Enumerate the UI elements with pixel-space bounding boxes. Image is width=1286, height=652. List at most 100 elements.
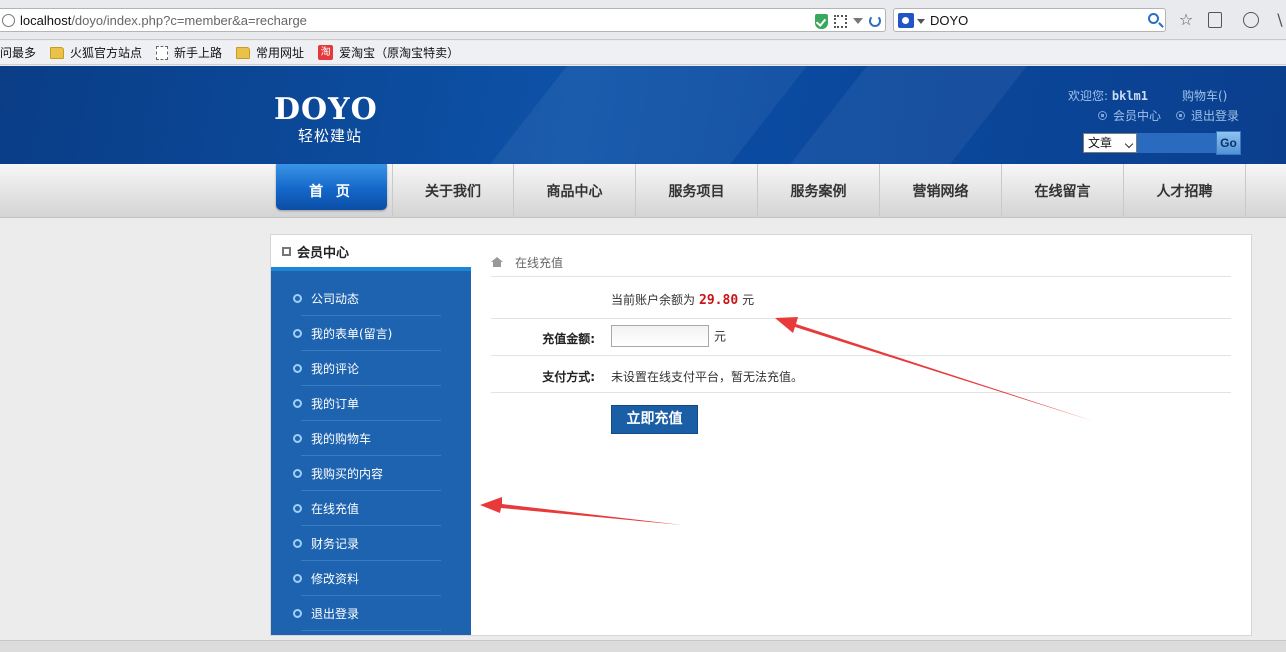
circle-bullet-icon — [293, 469, 302, 478]
member-center-label: 会员中心 — [1113, 109, 1162, 123]
search-engine-dropdown-icon[interactable] — [917, 19, 925, 24]
cart-link[interactable]: 购物车() — [1182, 87, 1227, 104]
bookmarks-bar: 问最多 火狐官方站点 新手上路 常用网址 淘爱淘宝（原淘宝特卖） — [0, 41, 1286, 65]
nav-about[interactable]: 关于我们 — [392, 164, 514, 218]
member-panel: 会员中心 公司动态 我的表单(留言) 我的评论 我的订单 我的购物车 我购买的内… — [270, 234, 1252, 636]
search-icon[interactable] — [1148, 13, 1159, 24]
nav-guestbook[interactable]: 在线留言 — [1002, 164, 1124, 218]
sidebar-item-my-orders[interactable]: 我的订单 — [271, 386, 471, 421]
qr-code-icon[interactable] — [834, 14, 847, 28]
nav-services[interactable]: 服务项目 — [636, 164, 758, 218]
amount-label: 充值金额: — [542, 332, 595, 346]
url-path: /doyo/index.php?c=member&a=recharge — [71, 13, 307, 28]
shield-icon[interactable] — [815, 13, 828, 29]
bookmark-star-icon[interactable]: ☆ — [1178, 12, 1194, 28]
header-decoration — [441, 66, 839, 164]
home-icon[interactable] — [491, 257, 503, 268]
bookmark-label: 新手上路 — [174, 46, 223, 60]
menu-icon[interactable]: \ — [1272, 12, 1286, 28]
sidebar-item-label: 财务记录 — [311, 537, 360, 551]
page-icon — [156, 45, 169, 60]
globe-icon — [2, 14, 15, 27]
payment-row: 支付方式: 未设置在线支付平台，暂无法充值。 — [491, 356, 1231, 393]
payment-label: 支付方式: — [542, 370, 595, 384]
bookmark-firefox-site[interactable]: 火狐官方站点 — [44, 44, 142, 61]
site-logo[interactable]: DOYO — [274, 92, 378, 127]
amount-row: 充值金额: 元 — [491, 319, 1231, 356]
sidebar-item-label: 我购买的内容 — [311, 467, 384, 481]
site-logo-tagline: 轻松建站 — [298, 127, 363, 145]
balance-unit: 元 — [742, 293, 755, 307]
circle-bullet-icon — [293, 609, 302, 618]
balance-text: 当前账户余额为 29.80 元 — [611, 291, 754, 308]
sidebar-item-label: 我的表单(留言) — [311, 327, 393, 341]
sidebar-item-label: 我的评论 — [311, 362, 360, 376]
search-engine-icon[interactable] — [898, 13, 914, 28]
dropdown-arrow-icon[interactable] — [853, 18, 863, 24]
main-nav: 关于我们 商品中心 服务项目 服务案例 营销网络 在线留言 人才招聘 — [0, 164, 1286, 218]
sidebar-item-label: 修改资料 — [311, 572, 360, 586]
recharge-submit-button[interactable]: 立即充值 — [611, 405, 698, 434]
circle-bullet-icon — [293, 504, 302, 513]
nav-jobs[interactable]: 人才招聘 — [1124, 164, 1246, 218]
sidebar-item-label: 退出登录 — [311, 607, 360, 621]
bookmark-aitaobao[interactable]: 淘爱淘宝（原淘宝特卖） — [312, 44, 459, 61]
site-search-input[interactable] — [1137, 133, 1216, 153]
square-bullet-icon — [282, 246, 291, 256]
bookmark-label: 爱淘宝（原淘宝特卖） — [339, 46, 460, 60]
sidebar-item-label: 公司动态 — [311, 292, 360, 306]
nav-network[interactable]: 营销网络 — [880, 164, 1002, 218]
sidebar-header: 会员中心 — [271, 235, 471, 271]
url-text[interactable]: localhost/doyo/index.php?c=member&a=rech… — [20, 13, 307, 28]
welcome-label: 欢迎您: — [1068, 89, 1109, 103]
username: bklm1 — [1111, 89, 1148, 103]
circle-bullet-icon — [293, 329, 302, 338]
sidebar-item-edit-profile[interactable]: 修改资料 — [271, 561, 471, 596]
url-bar[interactable]: localhost/doyo/index.php?c=member&a=rech… — [0, 8, 886, 32]
search-type-select[interactable]: 文章 — [1083, 133, 1137, 153]
url-host: localhost — [20, 13, 72, 28]
circle-bullet-icon — [293, 574, 302, 583]
sidebar-item-label: 我的购物车 — [311, 432, 372, 446]
sidebar-item-logout[interactable]: 退出登录 — [271, 596, 471, 631]
sidebar-item-my-comments[interactable]: 我的评论 — [271, 351, 471, 386]
url-bar-icons — [815, 12, 881, 30]
circle-bullet-icon — [293, 539, 302, 548]
balance-amount: 29.80 — [699, 293, 739, 308]
sidebar-item-online-recharge[interactable]: 在线充值 — [271, 491, 471, 526]
logout-link[interactable]: 退出登录 — [1176, 107, 1239, 124]
bookmark-label: 问最多 — [0, 46, 37, 60]
recharge-amount-input[interactable] — [611, 325, 709, 347]
taobao-icon: 淘 — [318, 45, 334, 60]
circle-bullet-icon — [293, 294, 302, 303]
reader-icon[interactable] — [1208, 12, 1222, 28]
sidebar-item-label: 在线充值 — [311, 502, 360, 516]
sidebar-item-label: 我的订单 — [311, 397, 360, 411]
bookmark-most-visited[interactable]: 问最多 — [0, 44, 36, 61]
reload-icon[interactable] — [869, 15, 881, 27]
nav-products[interactable]: 商品中心 — [514, 164, 636, 218]
nav-cases[interactable]: 服务案例 — [758, 164, 880, 218]
sidebar-item-company-news[interactable]: 公司动态 — [271, 281, 471, 316]
site-search-button[interactable]: Go — [1216, 131, 1241, 155]
payment-value: 未设置在线支付平台，暂无法充值。 — [611, 370, 804, 384]
nav-home[interactable]: 首 页 — [276, 164, 387, 210]
bookmark-common-urls[interactable]: 常用网址 — [230, 44, 304, 61]
sidebar-item-my-forms[interactable]: 我的表单(留言) — [271, 316, 471, 351]
browser-search-box[interactable]: DOYO — [893, 8, 1166, 32]
member-sidebar: 会员中心 公司动态 我的表单(留言) 我的评论 我的订单 我的购物车 我购买的内… — [271, 235, 471, 635]
breadcrumb: 在线充值 — [491, 249, 1231, 277]
browser-search-input[interactable]: DOYO — [930, 13, 968, 28]
member-center-link[interactable]: 会员中心 — [1098, 107, 1161, 124]
bookmark-label: 常用网址 — [256, 46, 305, 60]
member-center-icon — [1098, 111, 1107, 120]
recharge-main: 在线充值 当前账户余额为 29.80 元 充值金额: 元 支付方式: 未设置在线支付… — [471, 235, 1251, 635]
sidebar-item-purchased-content[interactable]: 我购买的内容 — [271, 456, 471, 491]
sidebar-item-finance-records[interactable]: 财务记录 — [271, 526, 471, 561]
folder-icon — [50, 46, 65, 59]
bookmark-getting-started[interactable]: 新手上路 — [150, 44, 222, 61]
sidebar-item-my-cart[interactable]: 我的购物车 — [271, 421, 471, 456]
palette-icon[interactable] — [1243, 12, 1259, 28]
browser-toolbar: localhost/doyo/index.php?c=member&a=rech… — [0, 0, 1286, 40]
circle-bullet-icon — [293, 434, 302, 443]
